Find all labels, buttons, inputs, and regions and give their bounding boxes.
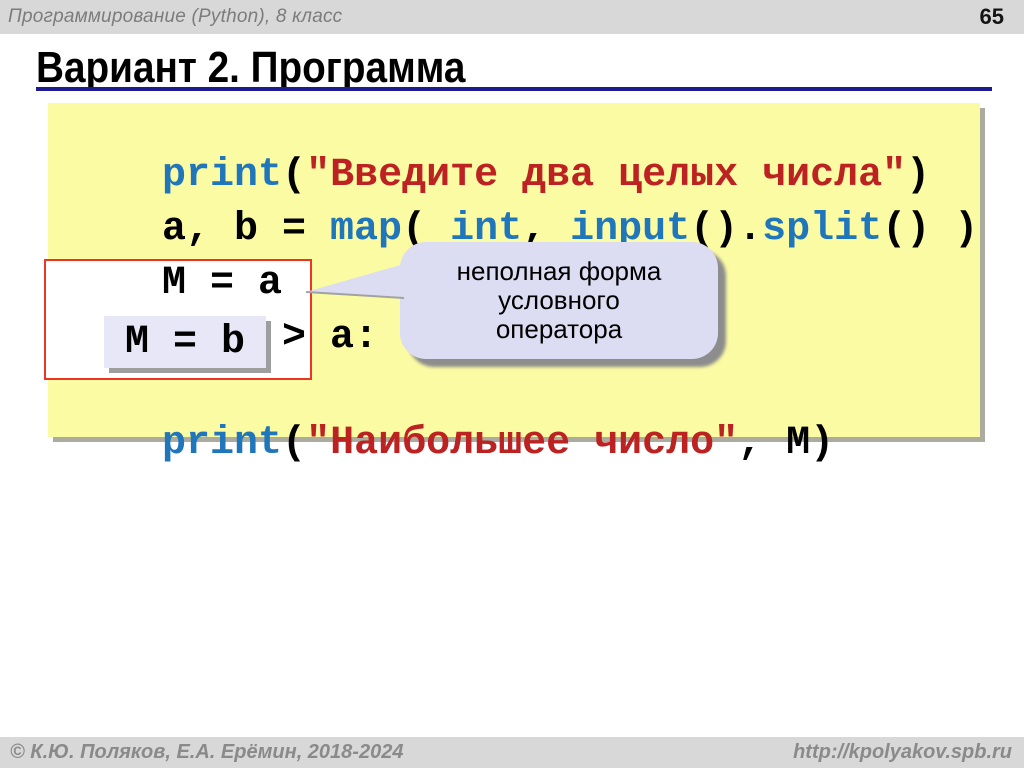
header-bar: Программирование (Python), 8 класс 65 <box>0 0 1024 34</box>
slide: Программирование (Python), 8 класс 65 Ва… <box>0 0 1024 768</box>
page-title: Вариант 2. Программа <box>36 46 465 90</box>
code-token: ( <box>282 421 306 466</box>
code-inline-box: M = b <box>104 316 266 368</box>
code-token: split <box>762 207 882 252</box>
code-token: "Наибольшее число" <box>306 421 738 466</box>
callout-line: неполная форма <box>457 257 662 286</box>
callout-line: оператора <box>496 315 622 344</box>
callout-line: условного <box>498 286 620 315</box>
code-token: , M) <box>738 421 834 466</box>
footer-url-link[interactable]: http://kpolyakov.spb.ru <box>793 741 1012 764</box>
callout-tail <box>300 256 406 302</box>
code-token: print <box>162 421 282 466</box>
callout-bubble: неполная форма условного оператора <box>400 242 718 359</box>
footer-copyright: © К.Ю. Поляков, Е.А. Ерёмин, 2018-2024 <box>10 741 403 764</box>
code-line-6: print("Наибольшее число", M) <box>66 378 834 510</box>
code-token: map <box>330 207 402 252</box>
footer-bar: © К.Ю. Поляков, Е.А. Ерёмин, 2018-2024 h… <box>0 737 1024 768</box>
title-underline <box>36 87 992 91</box>
code-token: M = b <box>125 320 245 365</box>
course-title: Программирование (Python), 8 класс <box>8 6 342 28</box>
page-number: 65 <box>980 4 1004 30</box>
code-token: () ) <box>882 207 978 252</box>
